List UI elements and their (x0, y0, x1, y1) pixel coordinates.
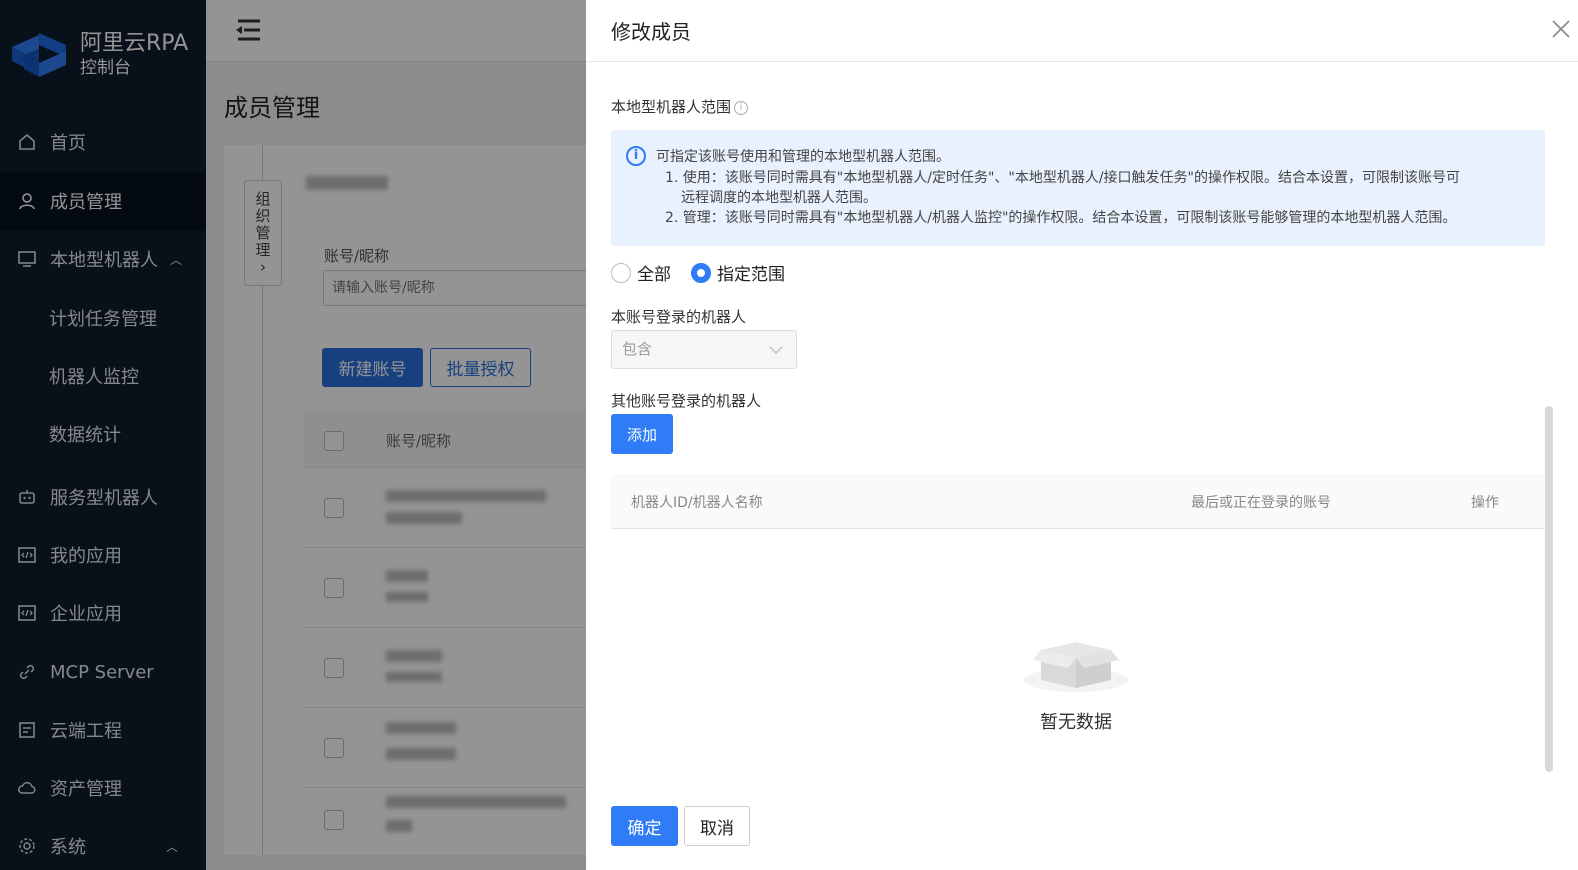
drawer-header: 修改成员 (586, 0, 1578, 62)
cancel-button[interactable]: 取消 (684, 806, 750, 846)
close-icon[interactable] (1550, 18, 1572, 40)
radio-all[interactable] (611, 262, 631, 283)
add-robot-button[interactable]: 添加 (611, 414, 673, 454)
edit-member-drawer: 修改成员 本地型机器人范围 i i 可指定该账号使用和管理的本地型机器人范围。 1… (586, 0, 1578, 870)
own-robots-select-value: 包含 (622, 340, 653, 358)
info-icon[interactable]: i (734, 100, 749, 115)
alert-line-1: 1. 使用：该账号同时需具有"本地型机器人/定时任务"、"本地型机器人/接口触发… (665, 170, 1460, 186)
robot-scope-label-text: 本地型机器人范围 (611, 98, 732, 116)
chevron-down-icon (769, 346, 783, 354)
other-robots-label: 其他账号登录的机器人 (611, 392, 762, 410)
radio-specified-label[interactable]: 指定范围 (717, 260, 785, 285)
own-robots-label: 本账号登录的机器人 (611, 308, 747, 326)
alert-title: 可指定该账号使用和管理的本地型机器人范围。 (656, 149, 950, 165)
own-robots-select[interactable]: 包含 (611, 330, 797, 369)
robot-scope-label: 本地型机器人范围 i (611, 96, 749, 117)
empty-state: 暂无数据 (1021, 630, 1131, 734)
empty-text: 暂无数据 (1040, 712, 1112, 733)
radio-specified[interactable] (691, 262, 711, 283)
scrollbar[interactable] (1545, 406, 1553, 772)
modal-overlay[interactable] (0, 0, 586, 870)
alert-line-1b: 远程调度的本地型机器人范围。 (681, 190, 877, 206)
drawer-title: 修改成员 (611, 20, 691, 44)
column-header-action: 操作 (1471, 495, 1499, 511)
column-header-robot: 机器人ID/机器人名称 (631, 495, 763, 511)
empty-box-icon (1024, 642, 1128, 692)
robots-table-header: 机器人ID/机器人名称 最后或正在登录的账号 操作 (611, 474, 1545, 529)
confirm-button[interactable]: 确定 (611, 806, 678, 846)
scope-info-alert: i 可指定该账号使用和管理的本地型机器人范围。 1. 使用：该账号同时需具有"本… (611, 130, 1545, 246)
column-header-last-account: 最后或正在登录的账号 (1191, 495, 1331, 511)
scope-radio-group: 全部 指定范围 (611, 260, 785, 285)
radio-all-label[interactable]: 全部 (637, 260, 671, 285)
info-circle-icon: i (626, 146, 646, 166)
alert-line-2: 2. 管理：该账号同时需具有"本地型机器人/机器人监控"的操作权限。结合本设置，… (665, 210, 1457, 226)
